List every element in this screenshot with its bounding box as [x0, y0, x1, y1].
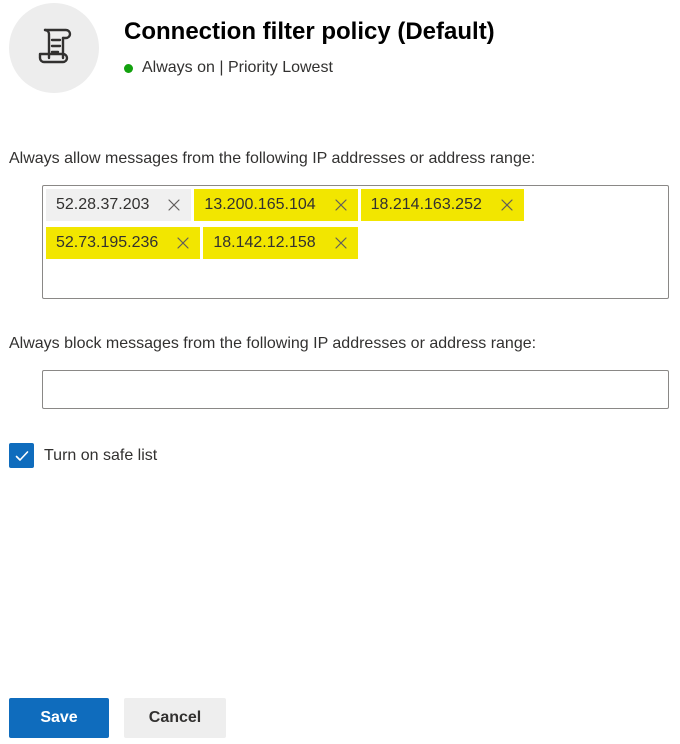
- status-line: Always on | Priority Lowest: [124, 59, 333, 77]
- connection-filter-panel: Connection filter policy (Default) Alway…: [0, 0, 680, 744]
- ip-tag[interactable]: 13.200.165.104: [194, 189, 358, 221]
- ip-tag-label: 13.200.165.104: [204, 196, 316, 213]
- remove-tag-close-icon[interactable]: [166, 227, 200, 259]
- allow-ip-picker[interactable]: 52.28.37.203 13.200.165.104 18.214.163.252…: [42, 185, 669, 299]
- remove-tag-close-icon[interactable]: [324, 227, 358, 259]
- ip-tag[interactable]: 18.214.163.252: [360, 189, 524, 221]
- status-dot-icon: [124, 63, 133, 73]
- allow-list-label: Always allow messages from the following…: [9, 150, 536, 167]
- scroll-icon: [36, 26, 72, 71]
- remove-tag-close-icon[interactable]: [157, 189, 191, 221]
- ip-tag[interactable]: 52.28.37.203: [46, 189, 192, 221]
- cancel-button[interactable]: Cancel: [124, 698, 226, 738]
- checkmark-icon: [15, 450, 28, 461]
- ip-tag-label: 18.142.12.158: [213, 234, 316, 251]
- policy-avatar: [9, 3, 99, 93]
- status-text: Always on | Priority Lowest: [142, 59, 333, 76]
- save-button[interactable]: Save: [9, 698, 109, 738]
- block-list-label: Always block messages from the following…: [9, 335, 537, 352]
- page-title: Connection filter policy (Default): [124, 18, 495, 45]
- ip-tag-label: 52.28.37.203: [56, 196, 150, 213]
- ip-tag[interactable]: 18.142.12.158: [203, 227, 358, 259]
- remove-tag-close-icon[interactable]: [324, 189, 358, 221]
- safe-list-label: Turn on safe list: [44, 446, 158, 464]
- ip-tag[interactable]: 52.73.195.236: [46, 227, 201, 259]
- safe-list-checkbox[interactable]: [9, 443, 34, 468]
- block-ip-input[interactable]: [42, 370, 669, 409]
- safe-list-checkbox-row[interactable]: Turn on safe list: [9, 443, 157, 468]
- ip-tag-label: 18.214.163.252: [370, 196, 482, 213]
- remove-tag-close-icon[interactable]: [490, 189, 524, 221]
- ip-tag-label: 52.73.195.236: [56, 234, 159, 251]
